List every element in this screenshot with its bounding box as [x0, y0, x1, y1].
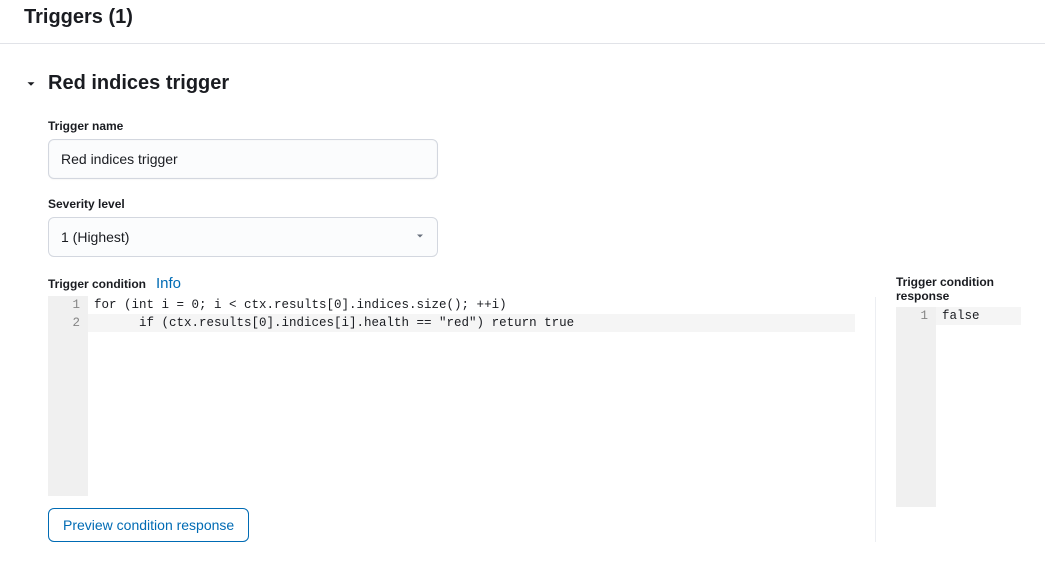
trigger-title: Red indices trigger: [48, 72, 229, 95]
section-title: Triggers (1): [0, 0, 1045, 44]
line-number: 1: [896, 307, 928, 325]
preview-condition-response-button[interactable]: Preview condition response: [48, 508, 249, 542]
line-number: 2: [48, 314, 80, 332]
code-line: if (ctx.results[0].indices[i].health == …: [88, 314, 855, 332]
trigger-condition-label: Trigger condition: [48, 277, 146, 291]
trigger-panel: Red indices trigger Trigger name Severit…: [0, 44, 1045, 542]
trigger-condition-response-label: Trigger condition response: [896, 275, 1021, 303]
code-content: false: [936, 307, 1021, 507]
code-line: for (int i = 0; i < ctx.results[0].indic…: [88, 296, 855, 314]
code-gutter: 1: [896, 307, 936, 507]
trigger-condition-response-editor[interactable]: 1 false: [896, 307, 1021, 507]
severity-level-select[interactable]: 1 (Highest): [48, 217, 438, 257]
chevron-down-icon: [24, 77, 38, 91]
severity-level-value: 1 (Highest): [61, 229, 129, 245]
code-line: false: [936, 307, 1021, 325]
code-content: for (int i = 0; i < ctx.results[0].indic…: [88, 296, 855, 496]
info-link[interactable]: Info: [156, 275, 181, 292]
divider: [875, 297, 876, 542]
severity-level-label: Severity level: [48, 197, 1021, 211]
line-number: 1: [48, 296, 80, 314]
trigger-condition-editor[interactable]: 1 2 for (int i = 0; i < ctx.results[0].i…: [48, 296, 855, 496]
trigger-name-input[interactable]: [48, 139, 438, 179]
trigger-name-label: Trigger name: [48, 119, 1021, 133]
trigger-header-toggle[interactable]: Red indices trigger: [24, 72, 1021, 95]
code-gutter: 1 2: [48, 296, 88, 496]
